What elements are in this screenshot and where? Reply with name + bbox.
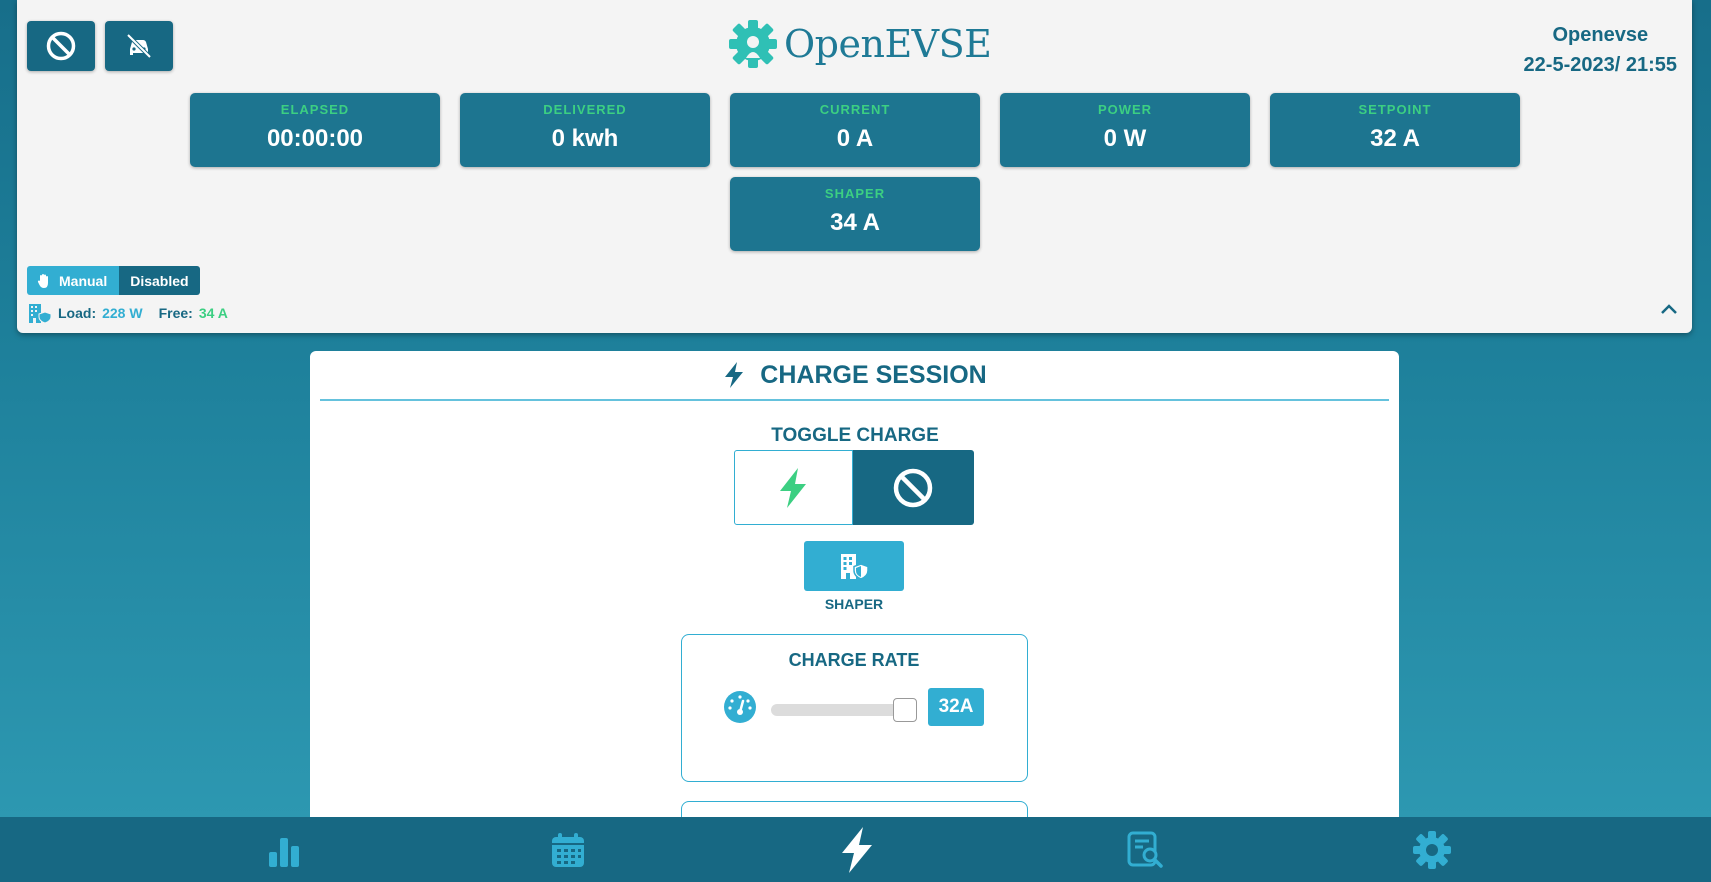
shaper-toggle-button[interactable] [804, 541, 904, 591]
toggle-charge-label: TOGGLE CHARGE [771, 425, 939, 446]
stat-label: DELIVERED [543, 102, 627, 117]
stat-power: POWER 0 W [1000, 93, 1250, 167]
stat-elapsed: ELAPSED 00:00:00 [190, 93, 440, 167]
bolt-icon [780, 467, 807, 508]
mode-disabled-badge: Disabled [119, 266, 200, 295]
shaper-label: SHAPER [824, 596, 884, 612]
stat-value: 00:00:00 [266, 125, 364, 152]
bolt-icon [725, 362, 744, 388]
load-value: 228 W [102, 305, 143, 321]
device-info: Openevse 22-5-2023/ 21:55 [1524, 20, 1677, 80]
free-value: 34 A [198, 305, 228, 321]
ban-icon [894, 468, 933, 507]
card-title: CHARGE SESSION [310, 351, 1399, 399]
openevse-logo: OpenEVSE [726, 18, 992, 70]
stat-label: CURRENT [819, 102, 891, 117]
collapse-header-button[interactable] [1658, 298, 1680, 320]
ban-icon [46, 31, 76, 61]
calendar-icon [552, 832, 584, 867]
hand-icon [37, 273, 48, 288]
nav-schedule[interactable] [528, 817, 608, 882]
free-label: Free: [158, 305, 193, 321]
stat-delivered: DELIVERED 0 kwh [460, 93, 710, 167]
mode-manual-label: Manual [59, 272, 108, 289]
chevron-up-icon [1661, 304, 1677, 314]
nav-settings[interactable] [1392, 817, 1472, 882]
charge-rate-slider-handle[interactable] [893, 698, 917, 722]
nav-logs[interactable] [1105, 817, 1185, 882]
stat-value: 0 W [1103, 125, 1147, 152]
stat-label: POWER [1097, 102, 1153, 117]
charge-session-card: CHARGE SESSION TOGGLE CHARGE SHAPER CHAR [310, 351, 1399, 843]
building-shield-icon [29, 304, 52, 324]
stat-shaper: SHAPER 34 A [730, 177, 980, 251]
charge-rate-value: 32A [928, 688, 984, 726]
stat-label: SETPOINT [1358, 102, 1432, 117]
load-info: Load: 228 W Free: 34 A [28, 302, 228, 324]
toggle-charge-on-button[interactable] [734, 450, 853, 525]
logs-icon [1127, 831, 1163, 868]
gear-logo-icon [729, 20, 777, 68]
vehicle-off-button[interactable] [105, 21, 173, 71]
nav-charge[interactable] [817, 817, 897, 882]
bolt-icon [842, 826, 872, 873]
stat-current: CURRENT 0 A [730, 93, 980, 167]
stat-setpoint: SETPOINT 32 A [1270, 93, 1520, 167]
mode-manual-badge[interactable]: Manual [27, 266, 120, 295]
card-title-text: CHARGE SESSION [760, 360, 987, 389]
building-shield-icon [841, 554, 869, 580]
toggle-charge-control [734, 450, 974, 525]
disable-charge-button[interactable] [27, 21, 95, 71]
gauge-icon [724, 691, 756, 723]
charge-rate-label: CHARGE RATE [788, 650, 920, 670]
mode-indicator: Manual Disabled [27, 266, 200, 295]
device-name: Openevse [1552, 24, 1649, 46]
logo-text: OpenEVSE [784, 22, 992, 66]
toggle-charge-off-button[interactable] [852, 450, 974, 525]
load-label: Load: [58, 305, 97, 321]
datetime: 22-5-2023/ 21:55 [1523, 54, 1677, 76]
stat-value: 0 kwh [551, 125, 619, 152]
stat-value: 32 A [1370, 125, 1420, 152]
stat-value: 0 A [836, 125, 874, 152]
title-divider [320, 399, 1389, 401]
gear-icon [1413, 830, 1451, 869]
nav-monitoring[interactable] [244, 817, 324, 882]
stat-label: ELAPSED [280, 102, 350, 117]
stat-label: SHAPER [824, 186, 886, 201]
bottom-navbar [0, 817, 1711, 882]
stat-value: 34 A [830, 209, 880, 236]
mode-disabled-label: Disabled [130, 272, 189, 289]
car-off-icon [126, 33, 152, 59]
charge-rate-slider-track[interactable] [771, 704, 905, 716]
status-header: OpenEVSE Openevse 22-5-2023/ 21:55 ELAPS… [17, 0, 1692, 333]
stats-icon [269, 837, 299, 867]
charge-rate-panel: CHARGE RATE 32A [681, 634, 1028, 782]
